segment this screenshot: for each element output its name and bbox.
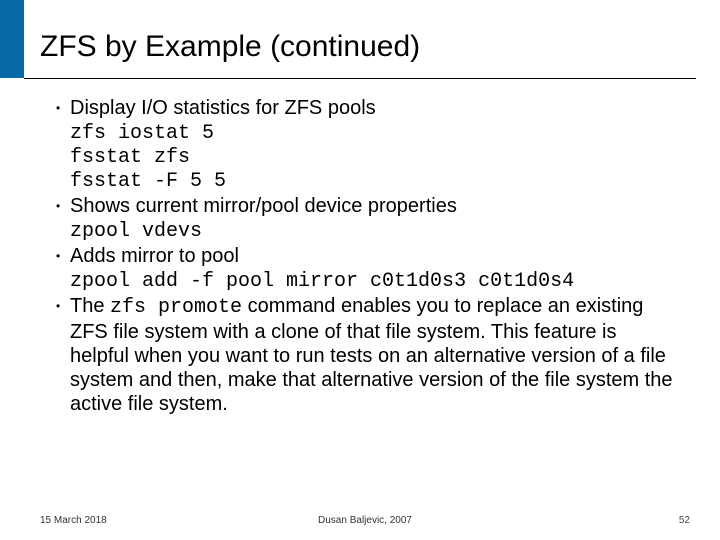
footer-page-number: 52 bbox=[679, 515, 690, 526]
code-line: fsstat -F 5 5 bbox=[70, 170, 680, 194]
para-pre: The bbox=[70, 295, 110, 317]
bullet-text: Display I/O statistics for ZFS pools bbox=[70, 96, 376, 120]
slide: ZFS by Example (continued) • Display I/O… bbox=[0, 0, 720, 540]
bullet-marker: • bbox=[56, 244, 70, 268]
inline-code: zfs promote bbox=[110, 296, 242, 319]
bullet-item: • The zfs promote command enables you to… bbox=[56, 294, 680, 416]
code-line: zpool vdevs bbox=[70, 220, 680, 244]
code-line: zpool add -f pool mirror c0t1d0s3 c0t1d0… bbox=[70, 270, 680, 294]
bullet-text: Shows current mirror/pool device propert… bbox=[70, 194, 457, 218]
title-divider bbox=[24, 78, 696, 79]
bullet-marker: • bbox=[56, 194, 70, 218]
bullet-text: Adds mirror to pool bbox=[70, 244, 239, 268]
footer-author: Dusan Baljevic, 2007 bbox=[318, 515, 412, 526]
accent-bar bbox=[0, 0, 24, 78]
bullet-item: • Display I/O statistics for ZFS pools bbox=[56, 96, 680, 120]
code-line: fsstat zfs bbox=[70, 146, 680, 170]
footer: 15 March 2018 Dusan Baljevic, 2007 52 bbox=[40, 515, 690, 526]
bullet-item: • Shows current mirror/pool device prope… bbox=[56, 194, 680, 218]
footer-date: 15 March 2018 bbox=[40, 515, 107, 526]
code-line: zfs iostat 5 bbox=[70, 122, 680, 146]
content-area: • Display I/O statistics for ZFS pools z… bbox=[56, 96, 680, 418]
bullet-marker: • bbox=[56, 294, 70, 318]
bullet-paragraph: The zfs promote command enables you to r… bbox=[70, 294, 680, 416]
bullet-marker: • bbox=[56, 96, 70, 120]
page-title: ZFS by Example (continued) bbox=[40, 30, 420, 64]
bullet-item: • Adds mirror to pool bbox=[56, 244, 680, 268]
